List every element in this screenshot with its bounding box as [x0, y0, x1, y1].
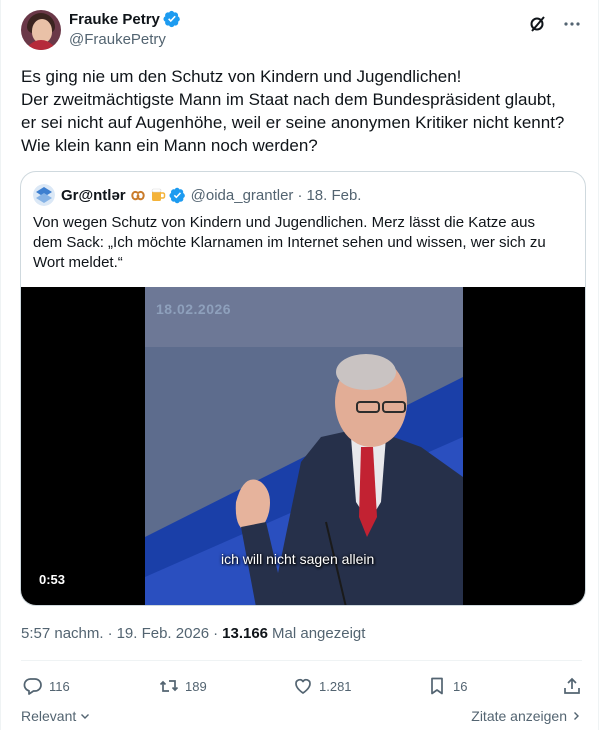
author-display-name[interactable]: Frauke Petry: [69, 11, 160, 28]
tweet-time[interactable]: 5:57 nachm.: [21, 625, 104, 642]
tweet-meta: 5:57 nachm. · 19. Feb. 2026 · 13.166 Mal…: [21, 625, 365, 642]
quoted-tweet-header: Gr@ntlər @oida_grantler · 18. Feb.: [33, 184, 361, 206]
tweet-text-line: Wie klein kann ein Mann noch werden?: [21, 136, 318, 155]
like-count: 1.281: [319, 678, 352, 694]
tweet-header: Frauke Petry @FraukePetry: [21, 10, 582, 50]
tweet-text-line: er sei nicht auf Augenhöhe, weil er sein…: [21, 113, 565, 132]
bookmark-count: 16: [453, 678, 468, 694]
video-duration: 0:53: [33, 570, 72, 590]
quoted-display-name[interactable]: Gr@ntlər: [61, 187, 126, 204]
video-player[interactable]: 18.02.2026 ich will nicht sagen allein 0…: [21, 287, 585, 605]
share-button[interactable]: [562, 675, 582, 697]
bookmark-button[interactable]: 16: [427, 675, 467, 697]
separator-dot: ·: [297, 186, 303, 204]
author-handle[interactable]: @FraukePetry: [69, 31, 181, 48]
reply-button[interactable]: 116: [23, 675, 70, 697]
tweet: Frauke Petry @FraukePetry Es ging nie um…: [0, 0, 599, 730]
video-date-stamp: 18.02.2026: [156, 301, 232, 317]
separator-dot: ·: [213, 625, 219, 642]
quoted-text-line: Wort meldet.“: [33, 254, 123, 271]
quoted-text: Von wegen Schutz von Kindern und Jugendl…: [33, 213, 573, 273]
beer-emoji-icon: [151, 188, 165, 201]
quoted-tweet[interactable]: Gr@ntlər @oida_grantler · 18. Feb. Von w…: [20, 171, 586, 606]
verified-badge-icon: [163, 10, 180, 28]
repost-icon: [159, 680, 179, 692]
repost-count: 189: [185, 678, 207, 694]
reply-count: 116: [49, 678, 70, 694]
tweet-text-line: Es ging nie um den Schutz von Kindern un…: [21, 67, 462, 86]
like-button[interactable]: 1.281: [293, 675, 352, 697]
tweet-footer: Relevant Zitate anzeigen: [21, 708, 582, 728]
action-bar: 116 189 1.281 16: [21, 675, 584, 697]
view-quotes-link[interactable]: Zitate anzeigen: [471, 708, 582, 724]
heart-icon: [295, 678, 311, 694]
author-names: Frauke Petry @FraukePetry: [69, 10, 181, 48]
share-icon: [564, 677, 580, 694]
avatar[interactable]: [21, 10, 61, 50]
quoted-text-line: Von wegen Schutz von Kindern und Jugendl…: [33, 214, 535, 231]
reply-icon: [23, 678, 42, 695]
verified-badge-icon: [169, 187, 185, 203]
separator-dot: ·: [107, 625, 113, 642]
divider: [21, 660, 582, 661]
quoted-date[interactable]: 18. Feb.: [306, 187, 361, 204]
more-icon[interactable]: [562, 14, 582, 34]
tweet-date[interactable]: 19. Feb. 2026: [117, 625, 210, 642]
views-label: Mal angezeigt: [272, 625, 366, 642]
view-quotes-label: Zitate anzeigen: [471, 708, 567, 724]
quoted-handle[interactable]: @oida_grantler: [191, 187, 294, 204]
grok-icon[interactable]: [528, 14, 548, 34]
quoted-text-line: dem Sack: „Ich möchte Klarnamen im Inter…: [33, 234, 546, 251]
repost-button[interactable]: 189: [159, 675, 207, 697]
tweet-text-line: Der zweitmächtigste Mann im Staat nach d…: [21, 90, 556, 109]
quoted-avatar[interactable]: [33, 184, 55, 206]
chevron-right-icon: [574, 712, 579, 720]
views-count: 13.166: [222, 625, 269, 642]
video-subtitle: ich will nicht sagen allein: [221, 551, 375, 567]
relevant-sort-button[interactable]: Relevant: [21, 708, 91, 724]
chevron-down-icon: [81, 714, 90, 719]
relevant-label: Relevant: [21, 708, 77, 724]
tweet-text: Es ging nie um den Schutz von Kindern un…: [21, 65, 586, 157]
pretzel-emoji-icon: [131, 190, 145, 201]
bookmark-icon: [431, 677, 443, 695]
